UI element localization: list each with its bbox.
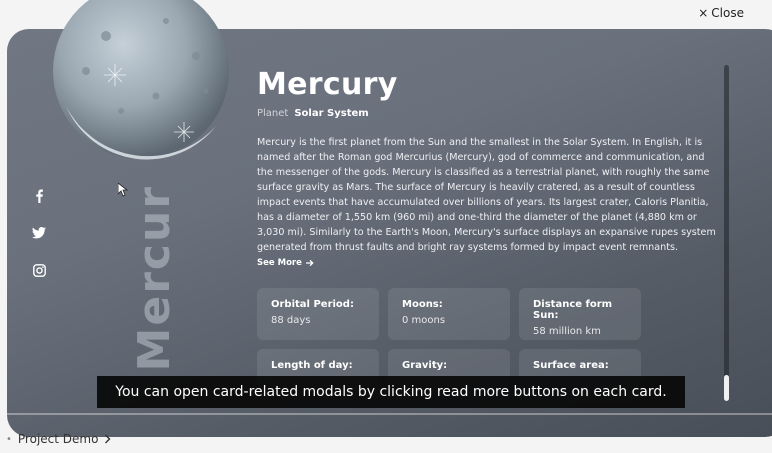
facebook-link[interactable] (31, 188, 47, 204)
planet-type: Planet (257, 108, 289, 119)
mercury-planet-image (53, 0, 229, 160)
scrollbar-track[interactable] (724, 65, 729, 401)
stat-label: Gravity: (402, 360, 448, 371)
planet-description: Mercury is the first planet from the Sun… (257, 137, 716, 253)
planet-system: Solar System (294, 108, 369, 119)
stat-label: Orbital Period: (271, 299, 354, 310)
stat-card-distance: Distance form Sun: 58 million km (519, 288, 641, 340)
see-more-link[interactable]: See More (257, 258, 723, 268)
stat-value: 0 moons (402, 315, 446, 326)
stat-label: Moons: (402, 299, 443, 310)
mouse-cursor-icon (118, 183, 128, 197)
planet-details: Mercury Planet Solar System Mercury is t… (257, 67, 723, 268)
stat-label: Distance form Sun: (533, 299, 613, 321)
twitter-icon (32, 227, 46, 239)
stat-label: Surface area: (533, 360, 609, 371)
project-demo-link[interactable]: • Project Demo (0, 432, 111, 446)
project-demo-label: Project Demo (17, 432, 99, 446)
stat-card-moons: Moons: 0 moons (388, 288, 510, 340)
close-icon: × (698, 6, 709, 20)
see-more-label: See More (257, 258, 302, 268)
close-button[interactable]: × Close (698, 6, 744, 20)
scrollbar-thumb[interactable] (724, 375, 729, 401)
arrow-right-icon (305, 259, 314, 267)
facebook-icon (36, 189, 43, 203)
planet-subtitle: Planet Solar System (257, 108, 723, 119)
stat-value: 58 million km (533, 326, 601, 337)
chevron-right-icon (105, 434, 111, 444)
vertical-planet-name: Mercur (129, 185, 180, 372)
divider (7, 413, 772, 415)
bullet-icon: • (6, 433, 12, 445)
instagram-icon (32, 263, 46, 277)
stat-card-orbital-period: Orbital Period: 88 days (257, 288, 379, 340)
stat-value: 88 days (271, 315, 311, 326)
instagram-link[interactable] (31, 262, 47, 278)
stat-label: Length of day: (271, 360, 353, 371)
planet-title: Mercury (257, 67, 398, 102)
tutorial-caption: You can open card-related modals by clic… (97, 376, 685, 408)
close-label: Close (711, 6, 744, 20)
twitter-link[interactable] (31, 225, 47, 241)
